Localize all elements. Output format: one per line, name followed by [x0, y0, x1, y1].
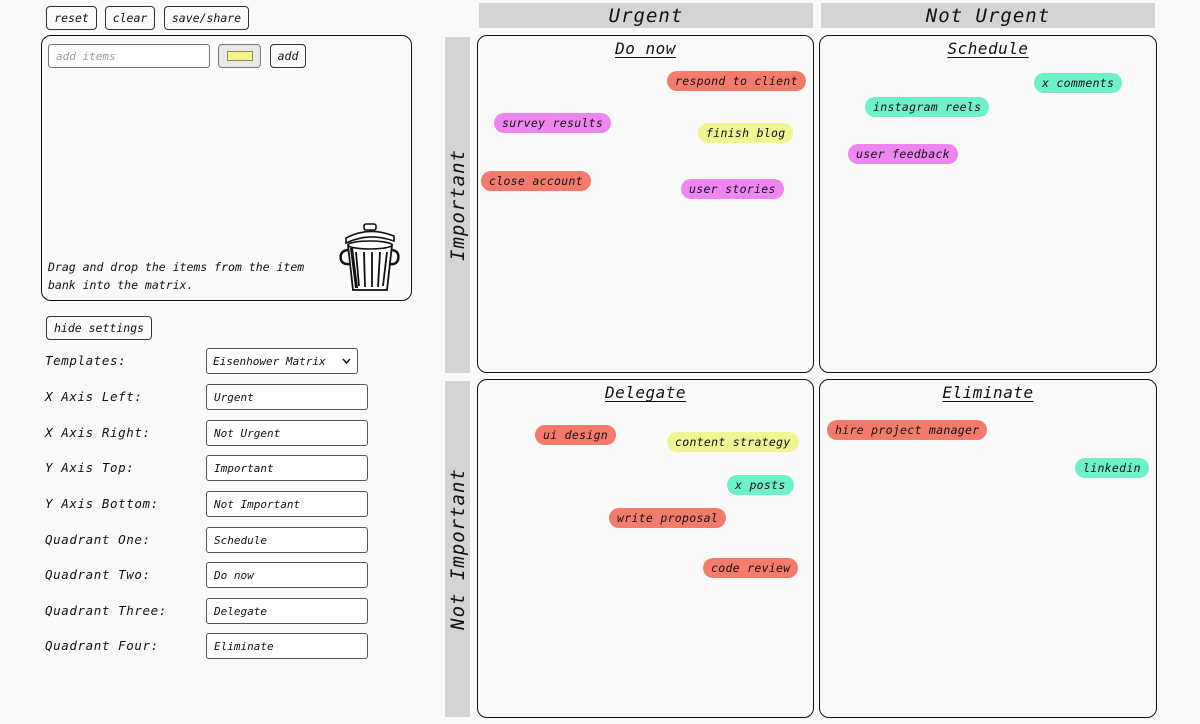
x-axis-right-text: Not Urgent — [925, 4, 1051, 27]
instructions-text: Drag and drop the items from the item ba… — [48, 260, 305, 292]
x-axis-left-label: X Axis Left: — [45, 389, 143, 404]
y-axis-top-text: Important — [446, 149, 469, 261]
quadrant-title: Delegate — [604, 383, 687, 402]
y-axis-top-input[interactable] — [206, 455, 368, 481]
item-finish-blog[interactable]: finish blog — [698, 123, 794, 143]
x-axis-right-input[interactable] — [206, 420, 368, 446]
item-write-proposal[interactable]: write proposal — [609, 508, 727, 528]
x-axis-left-header: Urgent — [479, 3, 813, 28]
quadrant-title: Schedule — [947, 39, 1029, 58]
x-axis-left-input[interactable] — [206, 384, 368, 410]
x-axis-right-header: Not Urgent — [821, 3, 1155, 28]
item-x-comments[interactable]: x comments — [1034, 73, 1123, 93]
item-ui-design[interactable]: ui design — [535, 425, 617, 445]
y-axis-bottom-input[interactable] — [206, 491, 368, 517]
item-linkedin[interactable]: linkedin — [1075, 458, 1149, 478]
x-axis-right-label: X Axis Right: — [45, 425, 151, 440]
item-x-posts[interactable]: x posts — [727, 475, 794, 495]
item-user-stories[interactable]: user stories — [681, 179, 784, 199]
templates-select-value: Eisenhower Matrix — [213, 354, 326, 368]
quadrant-delegate[interactable]: Delegate — [477, 379, 814, 718]
save-share-button[interactable]: save/share — [164, 6, 249, 30]
color-picker-button[interactable] — [218, 44, 261, 68]
trash-icon[interactable] — [336, 220, 402, 294]
quadrant-four-input[interactable] — [206, 633, 368, 659]
quadrant-three-input[interactable] — [206, 598, 368, 624]
y-axis-top-header: Important — [445, 37, 470, 373]
templates-select[interactable]: Eisenhower Matrix — [206, 348, 358, 374]
quadrant-four-label: Quadrant Four: — [45, 638, 159, 653]
item-survey-results[interactable]: survey results — [494, 113, 612, 133]
y-axis-bottom-label: Y Axis Bottom: — [45, 496, 159, 511]
hide-settings-button[interactable]: hide settings — [46, 316, 152, 340]
item-content-strategy[interactable]: content strategy — [667, 432, 799, 452]
item-hire-project-manager[interactable]: hire project manager — [827, 420, 988, 440]
add-items-input[interactable] — [48, 44, 210, 68]
y-axis-bottom-text: Not Important — [446, 468, 469, 630]
item-code-review[interactable]: code review — [703, 558, 799, 578]
quadrant-three-label: Quadrant Three: — [45, 603, 167, 618]
templates-label: Templates: — [45, 353, 127, 368]
x-axis-left-text: Urgent — [608, 4, 684, 27]
item-close-account[interactable]: close account — [481, 171, 591, 191]
y-axis-top-label: Y Axis Top: — [45, 460, 135, 475]
clear-button[interactable]: clear — [105, 6, 155, 30]
quadrant-two-label: Quadrant Two: — [45, 567, 151, 582]
reset-button[interactable]: reset — [46, 6, 97, 30]
y-axis-bottom-header: Not Important — [445, 381, 470, 717]
quadrant-title: Eliminate — [942, 383, 1034, 402]
item-user-feedback[interactable]: user feedback — [848, 144, 958, 164]
quadrant-one-input[interactable] — [206, 527, 368, 553]
quadrant-title: Do now — [615, 39, 676, 58]
item-instagram-reels[interactable]: instagram reels — [865, 97, 990, 117]
quadrant-one-label: Quadrant One: — [45, 532, 151, 547]
quadrant-two-input[interactable] — [206, 562, 368, 588]
selected-color-swatch — [226, 51, 253, 61]
chevron-down-icon — [342, 358, 351, 364]
item-respond-to-client[interactable]: respond to client — [667, 71, 806, 91]
add-button[interactable]: add — [270, 44, 306, 68]
